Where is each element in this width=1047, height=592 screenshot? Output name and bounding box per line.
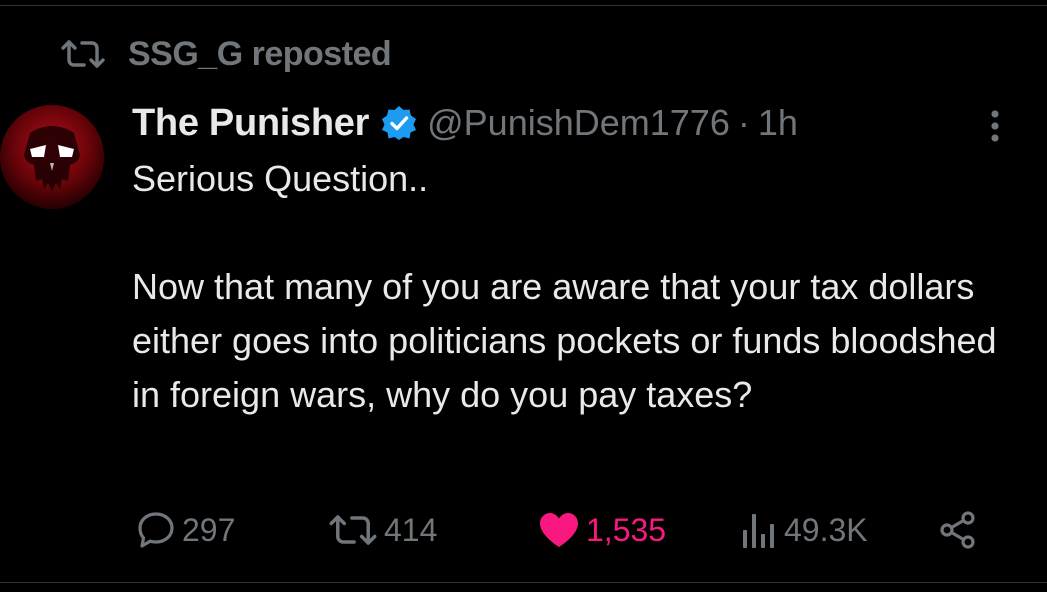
reply-button[interactable]: 297 [136,505,235,555]
views-count: 49.3K [784,511,868,548]
tweet-text: Serious Question.. Now that many of you … [132,152,1022,422]
repost-banner[interactable]: SSG_G reposted [60,34,392,74]
author-handle[interactable]: @PunishDem1776 [427,102,730,144]
more-options-icon[interactable] [975,106,1015,146]
tweet-paragraph-1: Serious Question.. [132,158,429,199]
avatar[interactable] [0,105,104,209]
action-bar: 297 414 1,535 49.3K [132,505,992,555]
like-count: 1,535 [586,511,667,548]
reply-count: 297 [182,511,236,548]
repost-button[interactable]: 414 [328,505,437,555]
like-button[interactable]: 1,535 [538,505,666,555]
repost-count: 414 [384,511,438,548]
tweet-header: The Punisher @PunishDem1776 · 1h [132,98,798,148]
bottom-divider [0,582,1047,583]
views-button[interactable]: 49.3K [740,505,868,555]
verified-badge-icon[interactable] [381,105,417,141]
post-time[interactable]: 1h [758,102,798,144]
author-name[interactable]: The Punisher [132,102,369,145]
repost-label: SSG_G reposted [128,34,392,73]
header-separator: · [737,102,750,143]
reply-icon [138,512,174,548]
heart-icon [540,513,578,547]
top-divider [0,0,1047,6]
share-button[interactable] [938,505,978,555]
share-icon [940,511,975,549]
bar-chart-icon [743,514,774,548]
tweet-paragraph-2: Now that many of you are aware that your… [132,266,997,415]
repost-icon [329,515,377,545]
repost-icon [61,40,105,68]
punisher-skull-avatar-image [0,105,104,209]
